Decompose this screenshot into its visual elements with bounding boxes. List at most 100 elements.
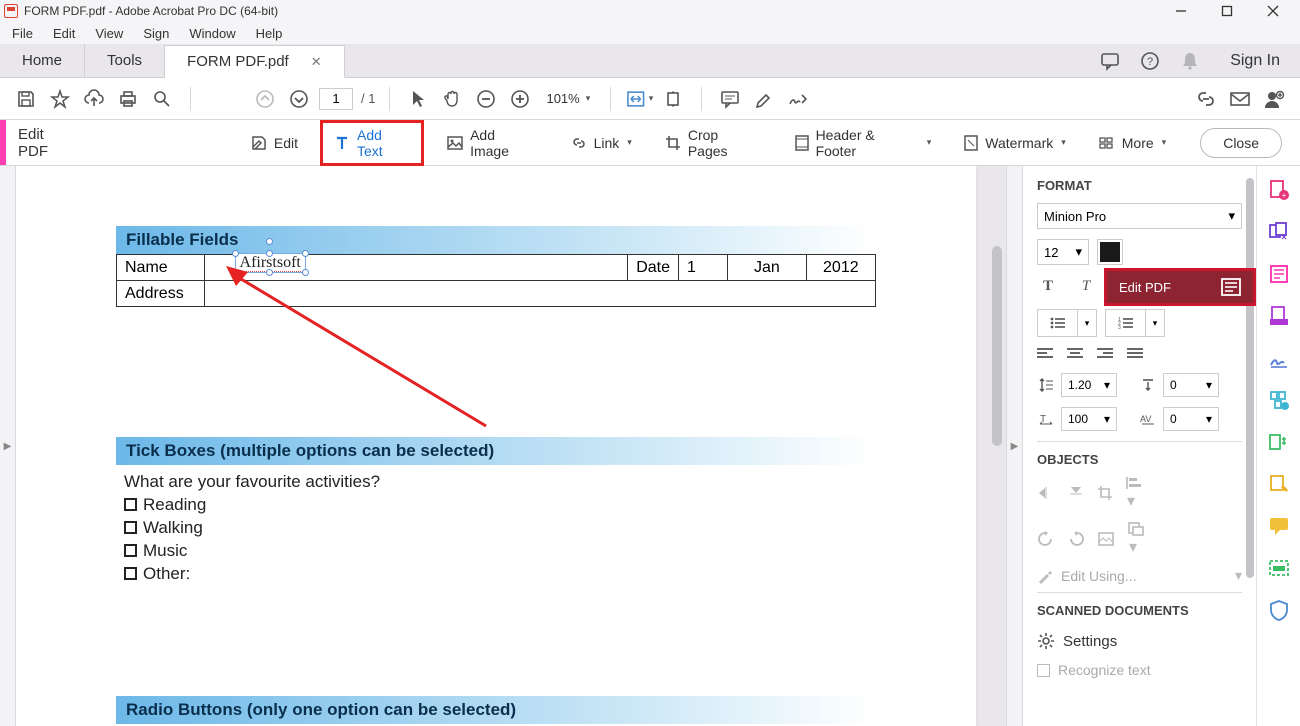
protect-icon[interactable] [1267,598,1291,622]
combine-icon[interactable] [1267,220,1291,244]
date-year-cell[interactable]: 2012 [806,255,875,281]
mid-rail-toggle[interactable]: ▶ [1006,166,1022,726]
page-number-input[interactable] [319,88,353,110]
address-value-cell[interactable] [204,281,875,307]
redact-icon[interactable] [1267,556,1291,580]
add-text-button[interactable]: Add Text [320,120,424,166]
flip-v-icon[interactable] [1067,485,1085,501]
align-justify-icon[interactable] [1127,347,1143,361]
add-image-button[interactable]: Add Image [436,123,548,163]
document-canvas[interactable]: Fillable Fields Name Afirstsoft [16,166,1006,726]
text-color-swatch[interactable] [1097,239,1123,265]
align-right-icon[interactable] [1097,347,1113,361]
pointer-icon[interactable] [404,85,432,113]
cloud-upload-icon[interactable] [80,85,108,113]
maximize-button[interactable] [1204,0,1250,22]
signature-icon[interactable] [784,85,812,113]
comment-bubble-icon[interactable] [1090,44,1130,77]
menu-window[interactable]: Window [179,24,245,43]
tab-home[interactable]: Home [0,44,85,77]
align-center-icon[interactable] [1067,347,1083,361]
zoom-in-icon[interactable] [506,85,534,113]
hscale-input[interactable]: 100▾ [1061,407,1117,431]
para-spacing-input[interactable]: 0▾ [1163,373,1219,397]
close-window-button[interactable] [1250,0,1296,22]
star-icon[interactable] [46,85,74,113]
zoom-value[interactable]: 101%▾ [540,89,596,108]
arrange-icon[interactable]: ▾ [1127,521,1145,557]
menu-file[interactable]: File [2,24,43,43]
replace-image-icon[interactable] [1097,531,1115,547]
vertical-scrollbar[interactable] [992,246,1002,446]
bold-icon[interactable]: T [1037,275,1059,297]
fit-width-icon[interactable]: ▾ [625,85,653,113]
watermark-button[interactable]: Watermark▾ [953,130,1075,156]
font-size-input[interactable]: 12▾ [1037,239,1089,265]
panel-scrollbar[interactable] [1246,178,1254,578]
resize-handle[interactable] [232,269,239,276]
settings-button[interactable]: Settings [1037,632,1242,650]
fill-sign-icon[interactable] [1267,472,1291,496]
export-pdf-icon[interactable] [1267,304,1291,328]
create-pdf-icon[interactable]: + [1267,178,1291,202]
tab-tools[interactable]: Tools [85,44,165,77]
resize-handle[interactable] [232,250,239,257]
help-icon[interactable]: ? [1130,44,1170,77]
minimize-button[interactable] [1158,0,1204,22]
header-footer-button[interactable]: Header & Footer▾ [784,123,942,163]
rotate-cw-icon[interactable] [1067,531,1085,547]
date-month-cell[interactable]: Jan [728,255,807,281]
rotate-ccw-icon[interactable] [1037,531,1055,547]
italic-icon[interactable]: T [1075,275,1097,297]
resize-handle[interactable] [266,269,273,276]
line-spacing-input[interactable]: 1.20▾ [1061,373,1117,397]
highlight-icon[interactable] [750,85,778,113]
link-share-icon[interactable] [1192,85,1220,113]
crop-button[interactable]: Crop Pages [654,123,772,163]
checkbox-row[interactable]: Music [124,540,876,563]
sign-in-button[interactable]: Sign In [1210,44,1300,77]
add-person-icon[interactable] [1260,85,1288,113]
align-left-icon[interactable] [1037,347,1053,361]
more-button[interactable]: More▾ [1088,131,1176,155]
hand-icon[interactable] [438,85,466,113]
menu-edit[interactable]: Edit [43,24,85,43]
zoom-out-icon[interactable] [472,85,500,113]
search-icon[interactable] [148,85,176,113]
link-button[interactable]: Link▾ [560,130,642,156]
char-spacing-input[interactable]: 0▾ [1163,407,1219,431]
menu-view[interactable]: View [85,24,133,43]
left-rail-toggle[interactable]: ▶ [0,166,16,726]
flip-h-icon[interactable] [1037,485,1055,501]
scroll-mode-icon[interactable] [659,85,687,113]
save-icon[interactable] [12,85,40,113]
close-tab-icon[interactable]: ✕ [311,54,322,70]
resize-handle[interactable] [302,269,309,276]
date-day-cell[interactable]: 1 [679,255,728,281]
resize-handle[interactable] [302,250,309,257]
checkbox-row[interactable]: Walking [124,517,876,540]
comment-icon[interactable] [1267,514,1291,538]
tab-document[interactable]: FORM PDF.pdf ✕ [165,45,345,78]
crop-obj-icon[interactable] [1097,485,1113,501]
organize-icon[interactable] [1267,388,1291,412]
note-icon[interactable] [716,85,744,113]
sign-icon[interactable] [1267,346,1291,370]
number-list-button[interactable]: 123▾ [1105,309,1165,337]
name-value-cell[interactable]: Afirstsoft [204,255,628,281]
font-family-select[interactable]: Minion Pro▾ [1037,203,1242,229]
page-up-icon[interactable] [251,85,279,113]
checkbox-row[interactable]: Reading [124,494,876,517]
recognize-text-row[interactable]: Recognize text [1037,662,1242,678]
bullet-list-button[interactable]: ▾ [1037,309,1097,337]
menu-help[interactable]: Help [246,24,293,43]
edit-pdf-rail-icon[interactable] [1267,262,1291,286]
close-editbar-button[interactable]: Close [1200,128,1282,158]
edit-using-button[interactable]: Edit Using... ▾ [1037,567,1242,584]
bell-icon[interactable] [1170,44,1210,77]
text-edit-frame[interactable]: Afirstsoft [235,253,306,273]
compress-icon[interactable] [1267,430,1291,454]
edit-button[interactable]: Edit [240,130,308,156]
page-down-icon[interactable] [285,85,313,113]
menu-sign[interactable]: Sign [133,24,179,43]
